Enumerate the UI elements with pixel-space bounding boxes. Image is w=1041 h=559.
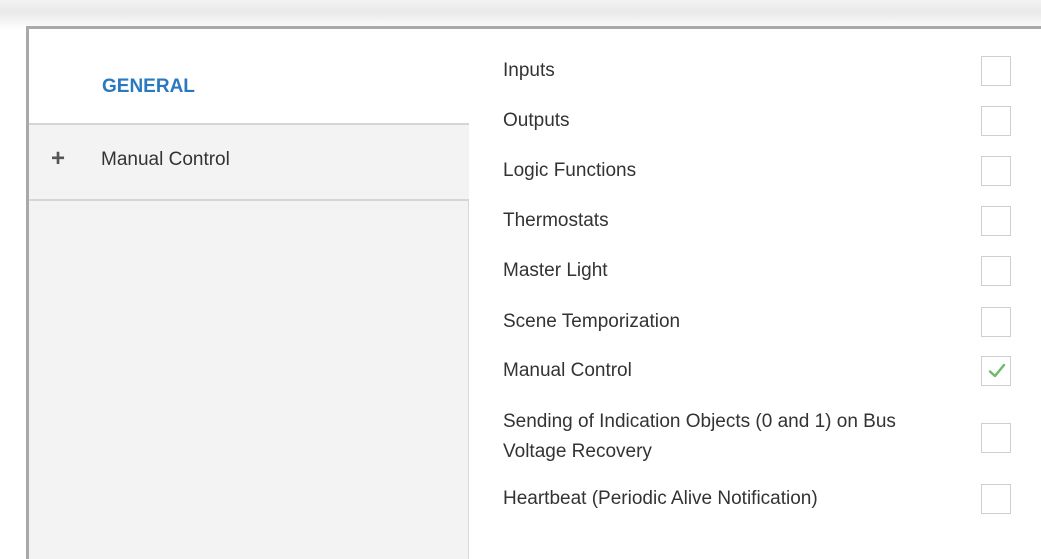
setting-label: Manual Control bbox=[503, 360, 632, 381]
manual-control-checkbox[interactable] bbox=[981, 356, 1011, 386]
setting-label: Logic Functions bbox=[503, 160, 637, 181]
outputs-checkbox[interactable] bbox=[981, 106, 1011, 136]
expand-plus-icon[interactable]: + bbox=[51, 145, 65, 173]
setting-label: Sending of Indication Objects (0 and 1) … bbox=[503, 411, 896, 462]
heartbeat-checkbox[interactable] bbox=[981, 484, 1011, 514]
scene-temporization-checkbox[interactable] bbox=[981, 307, 1011, 337]
parameters-window: GENERAL + Manual Control Inputs Outputs … bbox=[26, 26, 1041, 559]
setting-label: Outputs bbox=[503, 110, 570, 131]
setting-label: Master Light bbox=[503, 260, 608, 281]
thermostats-checkbox[interactable] bbox=[981, 206, 1011, 236]
master-light-checkbox[interactable] bbox=[981, 256, 1011, 286]
setting-label: Thermostats bbox=[503, 210, 609, 231]
sidebar-item-general[interactable]: GENERAL bbox=[29, 29, 469, 123]
setting-label: Inputs bbox=[503, 60, 555, 81]
indication-objects-checkbox[interactable] bbox=[981, 423, 1011, 453]
sidebar-item-label: Manual Control bbox=[101, 149, 230, 170]
settings-panel: Inputs Outputs Logic Functions Thermosta… bbox=[503, 29, 1041, 559]
sidebar-item-manual-control[interactable]: + Manual Control bbox=[29, 125, 469, 199]
logic-functions-checkbox[interactable] bbox=[981, 156, 1011, 186]
divider bbox=[29, 199, 469, 201]
sidebar-item-label: GENERAL bbox=[102, 76, 195, 97]
inputs-checkbox[interactable] bbox=[981, 56, 1011, 86]
sidebar: GENERAL + Manual Control bbox=[29, 29, 469, 559]
checkmark-icon bbox=[988, 363, 1006, 378]
setting-label: Heartbeat (Periodic Alive Notification) bbox=[503, 488, 818, 509]
setting-label: Scene Temporization bbox=[503, 311, 681, 332]
